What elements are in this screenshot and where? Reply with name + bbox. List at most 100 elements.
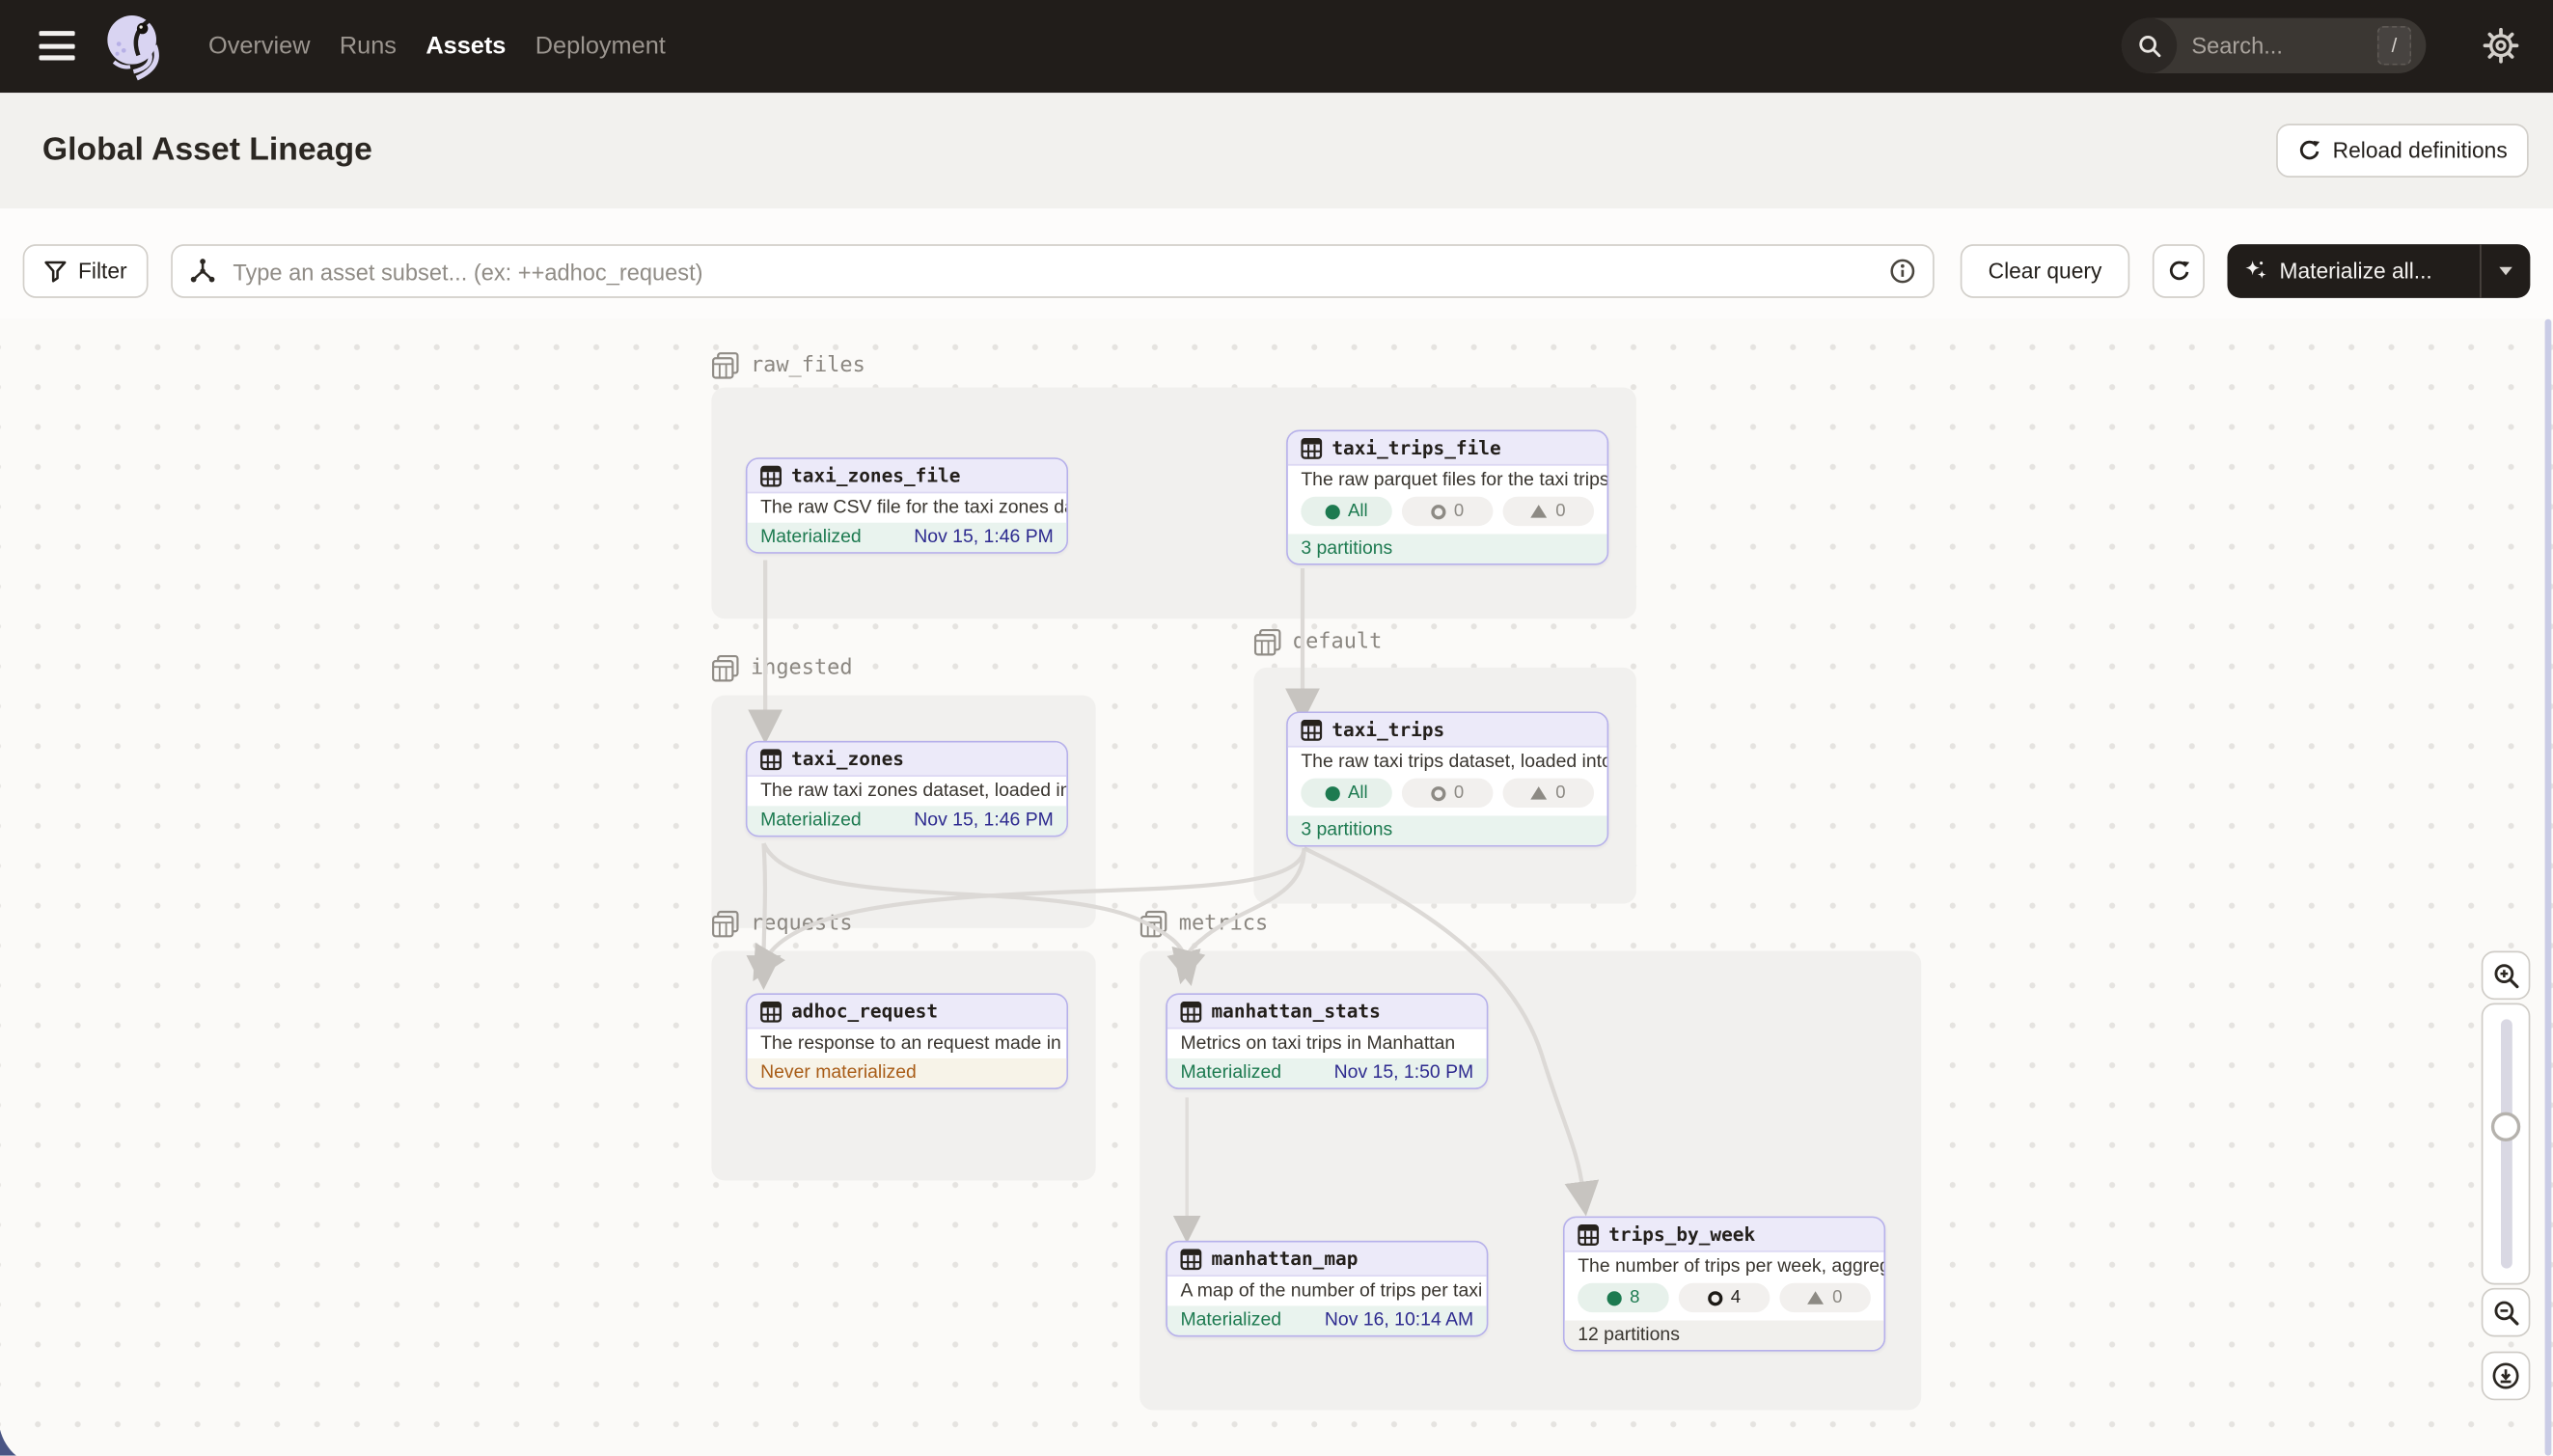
group-name: ingested [751, 656, 853, 680]
group-label-raw_files[interactable]: raw_files [711, 352, 865, 380]
layered-tables-icon [1253, 628, 1281, 656]
table-icon [760, 748, 782, 769]
vertical-scrollbar[interactable] [2545, 319, 2552, 1456]
clear-query-label: Clear query [1989, 259, 2102, 283]
asset-name: manhattan_stats [1212, 1000, 1381, 1023]
reload-definitions-button[interactable]: Reload definitions [2276, 124, 2529, 178]
partitions-failed-pill: 0 [1503, 497, 1595, 526]
sparkle-icon [2243, 259, 2267, 283]
asset-query-input[interactable] [230, 257, 1876, 286]
asset-description: A map of the number of trips per taxi z.… [1167, 1277, 1487, 1305]
group-label-ingested[interactable]: ingested [711, 654, 852, 682]
asset-description: The raw taxi trips dataset, loaded into … [1288, 748, 1607, 777]
asset-node-adhoc_request[interactable]: adhoc_request The response to an request… [746, 993, 1068, 1089]
dagster-logo[interactable] [101, 14, 170, 85]
search-input[interactable] [2188, 31, 2358, 60]
nav-deployment[interactable]: Deployment [535, 33, 666, 61]
chevron-down-icon [2499, 267, 2512, 275]
success-dot-icon [1325, 785, 1339, 800]
asset-name: taxi_trips [1331, 718, 1444, 741]
table-icon [1301, 437, 1322, 458]
asset-node-taxi_trips[interactable]: taxi_trips The raw taxi trips dataset, l… [1286, 711, 1608, 846]
filter-label: Filter [78, 259, 127, 283]
filter-button[interactable]: Filter [23, 244, 149, 298]
clear-query-button[interactable]: Clear query [1961, 244, 2130, 298]
asset-status-row: Materialized Nov 15, 1:50 PM [1167, 1058, 1487, 1087]
nav-assets[interactable]: Assets [426, 33, 506, 61]
partitions-count: 3 partitions [1301, 539, 1392, 559]
table-icon [1301, 719, 1322, 740]
group-name: default [1293, 630, 1382, 654]
asset-status-row: Never materialized [748, 1058, 1067, 1087]
asset-name: manhattan_map [1212, 1248, 1359, 1271]
nav-overview[interactable]: Overview [208, 33, 310, 61]
zoom-slider-thumb[interactable] [2491, 1113, 2520, 1141]
zoom-slider-track[interactable] [2501, 1019, 2512, 1268]
status-label: Materialized [760, 810, 862, 830]
table-icon [1180, 1248, 1201, 1269]
refresh-icon [2297, 138, 2321, 162]
asset-node-trips_by_week[interactable]: trips_by_week The number of trips per we… [1563, 1217, 1885, 1352]
settings-gear-icon[interactable] [2482, 26, 2521, 66]
partition-health-row: All 0 0 [1288, 495, 1607, 535]
partitions-failed-pill: 0 [1779, 1283, 1871, 1312]
asset-description: The response to an request made in th... [748, 1030, 1067, 1058]
download-image-button[interactable] [2482, 1352, 2531, 1401]
refresh-icon [2166, 259, 2190, 283]
asset-node-taxi_zones_file[interactable]: taxi_zones_file The raw CSV file for the… [746, 457, 1068, 554]
asset-node-taxi_zones[interactable]: taxi_zones The raw taxi zones dataset, l… [746, 741, 1068, 838]
group-label-metrics[interactable]: metrics [1139, 910, 1268, 938]
nav-runs[interactable]: Runs [340, 33, 397, 61]
asset-query-field [171, 244, 1935, 298]
page-header: Global Asset Lineage Reload definitions [0, 93, 2553, 210]
materialization-timestamp: Nov 15, 1:46 PM [914, 810, 1054, 830]
asset-status-row: 3 partitions [1288, 535, 1607, 563]
warning-triangle-icon [1531, 786, 1548, 800]
asset-node-manhattan_stats[interactable]: manhattan_stats Metrics on taxi trips in… [1166, 993, 1488, 1089]
materialization-timestamp: Nov 16, 10:14 AM [1325, 1310, 1473, 1330]
layered-tables-icon [711, 352, 739, 380]
status-label: Materialized [1180, 1310, 1281, 1330]
table-icon [1180, 1001, 1201, 1022]
partition-health-row: All 0 0 [1288, 777, 1607, 816]
search-icon [2122, 18, 2177, 73]
funnel-icon [44, 260, 68, 283]
asset-status-row: 3 partitions [1288, 815, 1607, 844]
partitions-missing-pill: 0 [1402, 497, 1494, 526]
zoom-in-button[interactable] [2482, 951, 2531, 1001]
asset-name: taxi_zones [791, 748, 904, 771]
lineage-toolbar: Filter Clear query Materialize all. [0, 208, 2553, 319]
asset-name: trips_by_week [1608, 1222, 1755, 1246]
reload-definitions-label: Reload definitions [2333, 138, 2508, 162]
group-label-default[interactable]: default [1253, 628, 1382, 656]
success-dot-icon [1325, 504, 1339, 518]
materialize-options-dropdown[interactable] [2480, 244, 2530, 298]
status-label: Never materialized [760, 1063, 917, 1083]
asset-description: The number of trips per week, aggreg... [1565, 1252, 1884, 1281]
partitions-materialized-pill: All [1301, 497, 1392, 526]
materialize-all-button[interactable]: Materialize all... [2228, 244, 2531, 298]
zoom-slider[interactable] [2482, 1003, 2531, 1285]
asset-status-row: Materialized Nov 16, 10:14 AM [1167, 1305, 1487, 1334]
table-icon [1578, 1223, 1599, 1245]
ring-icon [1431, 785, 1445, 800]
asset-name: adhoc_request [791, 1000, 938, 1023]
warning-triangle-icon [1808, 1291, 1825, 1305]
asset-description: Metrics on taxi trips in Manhattan [1167, 1030, 1487, 1058]
table-icon [760, 1001, 782, 1022]
ring-icon [1708, 1290, 1722, 1305]
asset-node-taxi_trips_file[interactable]: taxi_trips_file The raw parquet files fo… [1286, 430, 1608, 565]
asset-status-row: Materialized Nov 15, 1:46 PM [748, 806, 1067, 835]
zoom-out-button[interactable] [2482, 1288, 2531, 1337]
group-label-requests[interactable]: requests [711, 910, 852, 938]
hamburger-menu-icon[interactable] [40, 31, 75, 60]
asset-graph-icon [189, 258, 217, 286]
asset-node-manhattan_map[interactable]: manhattan_map A map of the number of tri… [1166, 1241, 1488, 1337]
partitions-materialized-pill: All [1301, 779, 1392, 808]
refresh-graph-button[interactable] [2153, 244, 2205, 298]
partitions-count: 12 partitions [1578, 1326, 1680, 1345]
table-icon [760, 465, 782, 486]
info-icon[interactable] [1889, 258, 1917, 286]
global-search[interactable]: / [2122, 18, 2427, 73]
zoom-in-icon [2492, 961, 2520, 989]
